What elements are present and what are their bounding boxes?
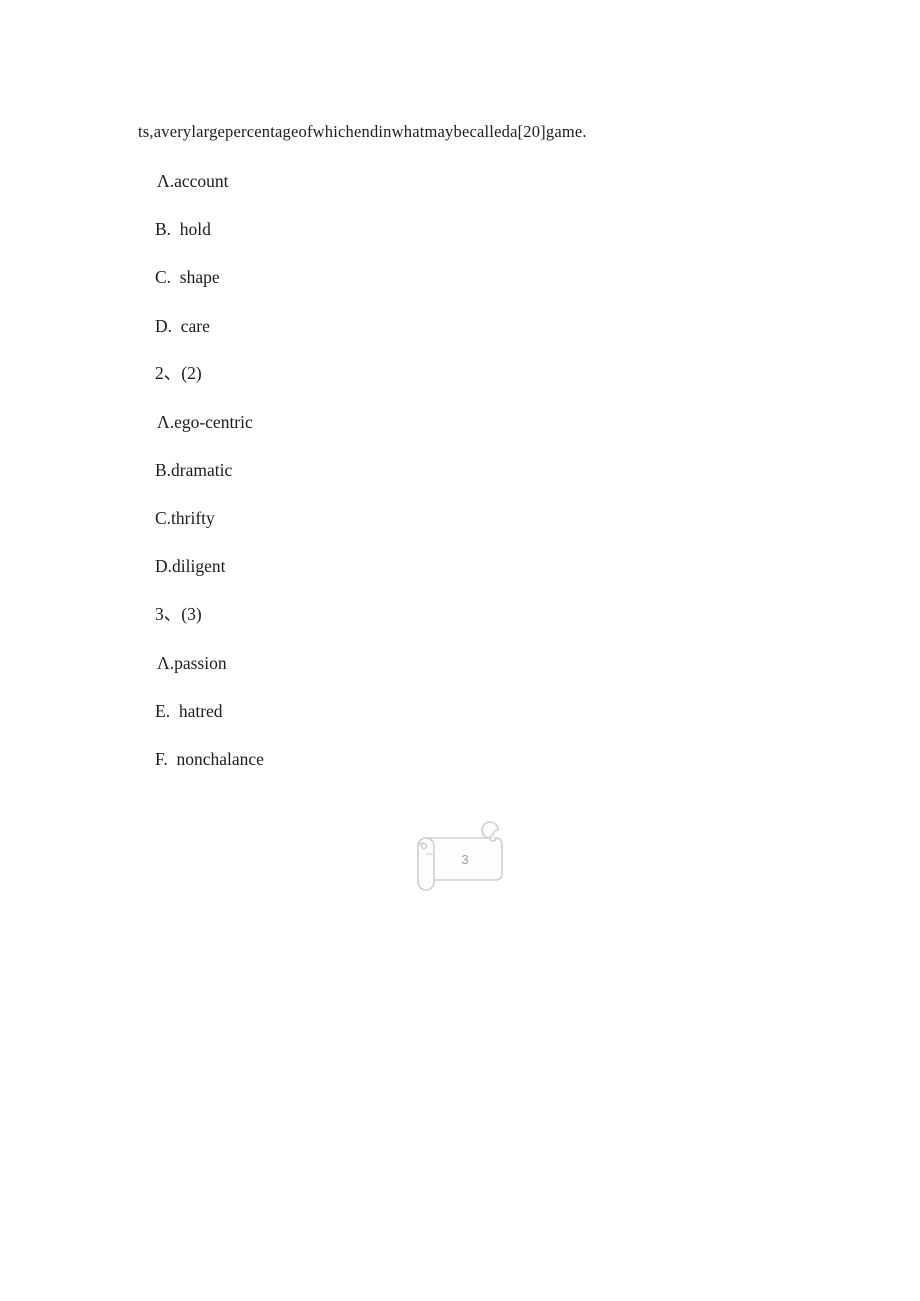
question-3-option-f[interactable]: F. nonchalance	[155, 749, 264, 769]
question-2-option-d[interactable]: D.diligent	[155, 556, 225, 576]
question-2-option-a[interactable]: Λ.ego-centric	[157, 412, 253, 432]
question-2-option-b[interactable]: B.dramatic	[155, 460, 232, 480]
scroll-icon	[412, 820, 512, 898]
question-1-option-b[interactable]: B. hold	[155, 219, 211, 239]
question-3-option-a[interactable]: Λ.passion	[157, 653, 227, 673]
question-1-option-c[interactable]: C. shape	[155, 267, 220, 287]
question-3-option-e[interactable]: E. hatred	[155, 701, 223, 721]
question-1-option-a[interactable]: Λ.account	[157, 171, 228, 191]
document-page: ts,averylargepercentageofwhichendinwhatm…	[0, 0, 920, 1301]
question-3-number: 3、(3)	[155, 604, 202, 624]
passage-continuation-line: ts,averylargepercentageofwhichendinwhatm…	[138, 122, 587, 141]
question-2-option-c[interactable]: C.thrifty	[155, 508, 215, 528]
question-2-number: 2、(2)	[155, 363, 202, 383]
question-1-option-d[interactable]: D. care	[155, 316, 210, 336]
